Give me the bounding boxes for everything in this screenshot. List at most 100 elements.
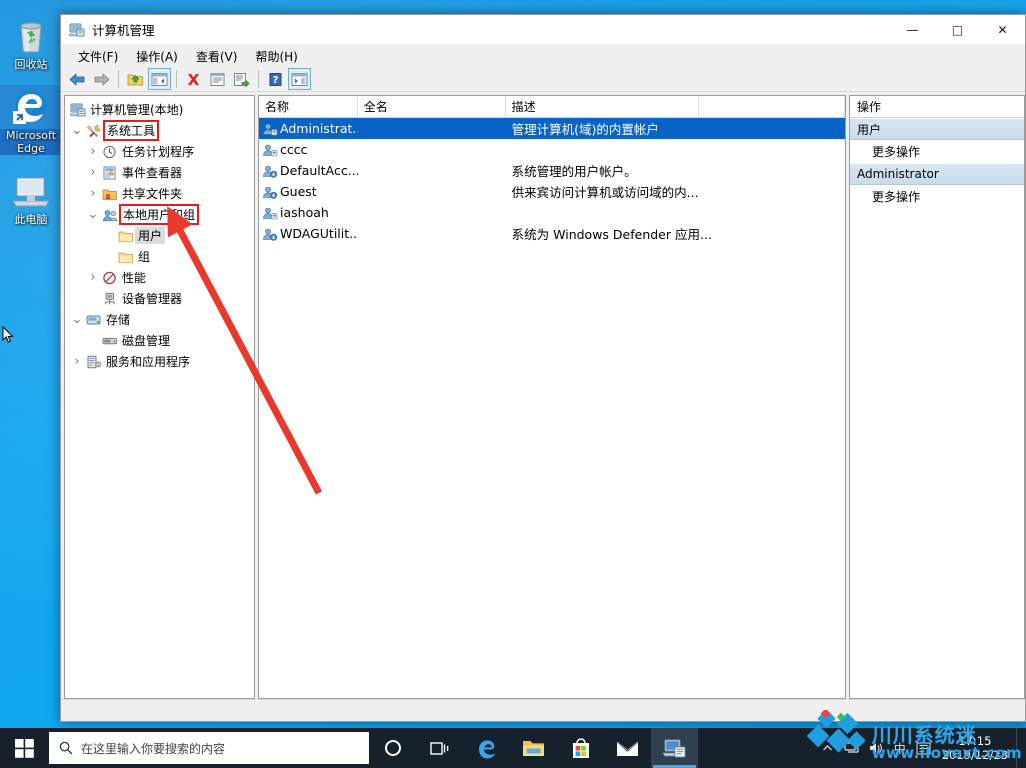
row-description-cell: 管理计算机(域)的内置帐户 xyxy=(506,119,845,138)
taskbar-microsoft-store-button[interactable] xyxy=(557,728,604,768)
disk-management-icon xyxy=(101,334,119,348)
desktop-icon-list: 回收站 Microsoft Edge xyxy=(0,14,62,240)
show-tree-icon[interactable] xyxy=(148,68,171,90)
menu-file[interactable]: 文件(F) xyxy=(69,46,127,67)
chevron-right-icon[interactable]: › xyxy=(85,270,101,285)
tree-node-7[interactable]: ›性能 xyxy=(65,267,254,288)
chevron-down-icon[interactable]: ⌄ xyxy=(69,316,85,324)
help-icon[interactable]: ? xyxy=(264,68,287,90)
menu-help[interactable]: 帮助(H) xyxy=(246,46,306,67)
folder-icon xyxy=(117,229,135,243)
up-folder-icon[interactable] xyxy=(124,68,147,90)
minimize-button[interactable]: — xyxy=(890,15,935,45)
desktop-icon-this-pc[interactable]: 此电脑 xyxy=(0,169,62,226)
chevron-right-icon[interactable]: › xyxy=(85,186,101,201)
show-action-pane-icon[interactable] xyxy=(288,68,311,90)
chevron-right-icon[interactable]: › xyxy=(85,144,101,159)
tree-node-1[interactable]: ›任务计划程序 xyxy=(65,141,254,162)
actions-group-header: Administrator xyxy=(850,163,1024,185)
properties-icon[interactable] xyxy=(206,68,229,90)
tree-node-2[interactable]: ›事件查看器 xyxy=(65,162,254,183)
toolbar-separator xyxy=(118,70,119,88)
ime-tool-icon[interactable] xyxy=(912,728,936,768)
tree-node-label: 服务和应用程序 xyxy=(103,353,193,370)
mail-icon xyxy=(616,740,639,757)
console-tree-pane[interactable]: 计算机管理(本地) ⌄ 系统工具›任务计划程序›事件查看器›共享文件夹⌄本地用户和… xyxy=(64,95,255,699)
chevron-down-icon[interactable]: ⌄ xyxy=(85,211,101,219)
performance-icon xyxy=(101,271,119,285)
show-desktop-button[interactable] xyxy=(1016,728,1024,768)
chevron-up-icon[interactable] xyxy=(816,728,840,768)
menu-action[interactable]: 操作(A) xyxy=(127,46,187,67)
system-tools-icon xyxy=(85,124,103,138)
list-rows: Administrat... 管理计算机(域)的内置帐户ccccDefaultAc… xyxy=(259,118,845,244)
column-header-2[interactable]: 描述 xyxy=(506,96,699,117)
actions-more-actions-item[interactable]: 更多操作 xyxy=(850,185,1024,208)
table-row[interactable]: Administrat... 管理计算机(域)的内置帐户 xyxy=(259,118,845,139)
back-arrow-icon[interactable] xyxy=(66,68,89,90)
row-name-cell: Guest xyxy=(259,184,358,199)
delete-icon[interactable] xyxy=(182,68,205,90)
taskbar-mail-button[interactable] xyxy=(604,728,651,768)
taskbar-cortana-button[interactable] xyxy=(369,728,416,768)
computer-management-window[interactable]: 计算机管理 — □ ✕ 文件(F) 操作(A) 查看(V) 帮助(H) xyxy=(60,14,1026,722)
forward-arrow-icon[interactable] xyxy=(90,68,113,90)
desktop-icon-microsoft-edge[interactable]: Microsoft Edge xyxy=(0,85,62,155)
taskbar-task-view-button[interactable] xyxy=(416,728,463,768)
table-row[interactable]: DefaultAcc...系统管理的用户帐户。 xyxy=(259,160,845,181)
taskbar-clock[interactable]: 17:15 2019/12/23 xyxy=(936,734,1016,762)
chevron-right-icon[interactable]: › xyxy=(85,165,101,180)
table-row[interactable]: cccc xyxy=(259,139,845,160)
close-button[interactable]: ✕ xyxy=(980,15,1025,45)
column-header-0[interactable]: 名称 xyxy=(259,96,358,117)
microsoft-edge-icon xyxy=(476,737,498,759)
toolbar: ? xyxy=(61,67,1025,92)
tree-node-label: 系统工具 xyxy=(103,120,159,141)
recycle-bin-icon xyxy=(0,14,62,58)
network-icon[interactable] xyxy=(840,728,864,768)
chevron-right-icon[interactable]: › xyxy=(69,354,85,369)
tree-node-label: 组 xyxy=(135,248,153,265)
actions-more-actions-item[interactable]: 更多操作 xyxy=(850,140,1024,163)
tree-node-11[interactable]: › 服务和应用程序 xyxy=(65,351,254,372)
search-input[interactable]: 在这里输入你要搜索的内容 xyxy=(49,732,369,764)
user-account-icon xyxy=(262,122,280,136)
task-view-icon xyxy=(430,740,450,757)
window-titlebar[interactable]: 计算机管理 — □ ✕ xyxy=(61,15,1025,45)
actions-pane[interactable]: 操作 用户更多操作Administrator更多操作 xyxy=(849,95,1025,699)
column-header-1[interactable]: 全名 xyxy=(358,96,506,117)
clock-date: 2019/12/23 xyxy=(942,748,1008,762)
taskbar-computer-management-button[interactable] xyxy=(651,728,698,768)
tree-node-6[interactable]: 组 xyxy=(65,246,254,267)
taskbar-edge-button[interactable] xyxy=(463,728,510,768)
taskbar: 在这里输入你要搜索的内容 xyxy=(0,728,1026,768)
table-row[interactable]: WDAGUtilit...系统为 Windows Defender 应用... xyxy=(259,223,845,244)
device-manager-icon xyxy=(101,292,119,306)
tree-node-8[interactable]: 设备管理器 xyxy=(65,288,254,309)
start-button[interactable] xyxy=(0,728,48,768)
tree-node-0[interactable]: ⌄ 系统工具 xyxy=(65,120,254,141)
tree-node-4[interactable]: ⌄本地用户和组 xyxy=(65,204,254,225)
chevron-down-icon[interactable]: ⌄ xyxy=(69,127,85,135)
maximize-button[interactable]: □ xyxy=(935,15,980,45)
desktop-icon-recycle-bin[interactable]: 回收站 xyxy=(0,14,62,71)
tree-node-3[interactable]: ›共享文件夹 xyxy=(65,183,254,204)
menu-bar: 文件(F) 操作(A) 查看(V) 帮助(H) xyxy=(61,45,1025,67)
tree-node-9[interactable]: ⌄存储 xyxy=(65,309,254,330)
tree-node-5[interactable]: 用户 xyxy=(65,225,254,246)
export-list-icon[interactable] xyxy=(230,68,253,90)
row-description-cell: 供来宾访问计算机或访问域的内... xyxy=(506,182,845,201)
menu-view[interactable]: 查看(V) xyxy=(187,46,247,67)
volume-icon[interactable] xyxy=(864,728,888,768)
tree-node-10[interactable]: 磁盘管理 xyxy=(65,330,254,351)
this-pc-icon xyxy=(0,169,62,213)
table-row[interactable]: iashoah xyxy=(259,202,845,223)
tree-root-computer-management[interactable]: 计算机管理(本地) xyxy=(65,99,254,120)
ime-icon[interactable]: 中 xyxy=(888,728,912,768)
table-row[interactable]: Guest 供来宾访问计算机或访问域的内... xyxy=(259,181,845,202)
column-header-3[interactable] xyxy=(699,96,845,117)
users-list-pane[interactable]: 名称全名描述 Administrat... 管理计算机(域)的内置帐户ccccDe… xyxy=(258,95,846,699)
task-scheduler-icon xyxy=(101,145,119,159)
taskbar-file-explorer-button[interactable] xyxy=(510,728,557,768)
row-name-text: Administrat... xyxy=(280,121,358,136)
